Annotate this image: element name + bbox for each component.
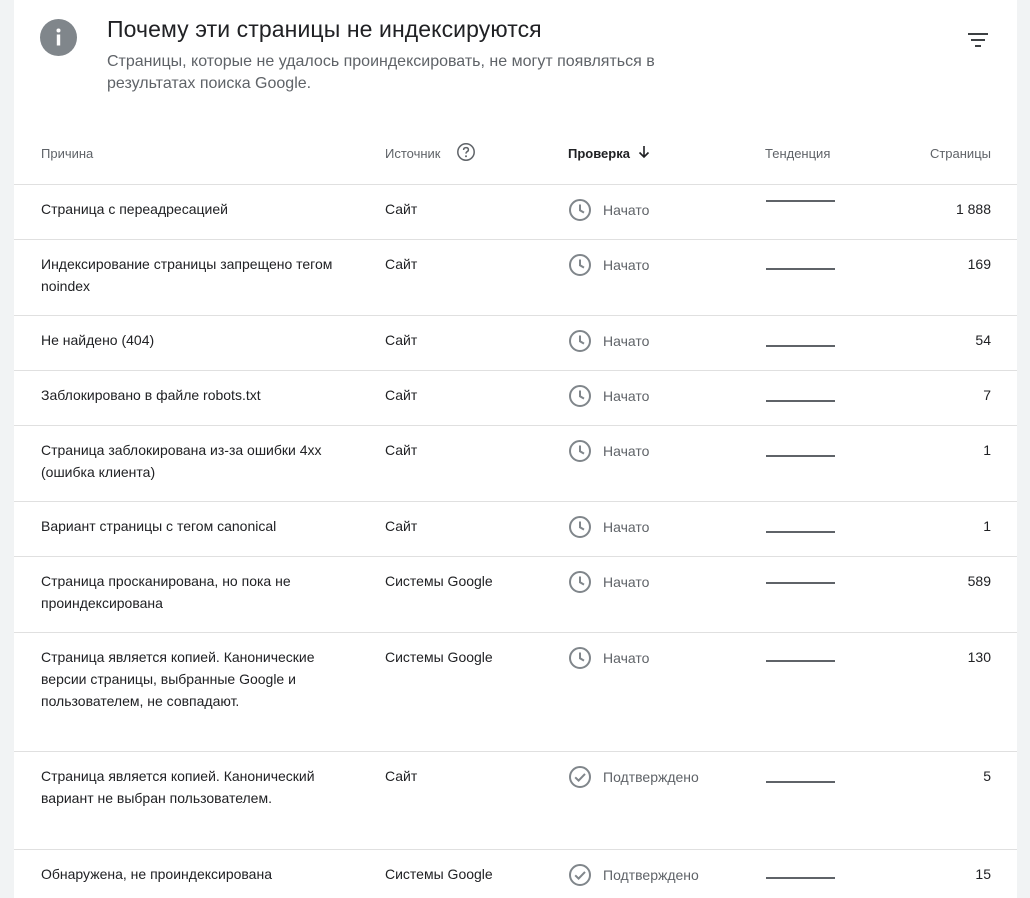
help-circle-icon[interactable] [456,142,476,162]
status-label: Подтверждено [603,769,699,785]
status-label: Начато [603,443,650,459]
table-row[interactable]: Не найдено (404) Сайт Начато 54 [14,316,1017,371]
clock-icon [568,384,592,408]
table-row[interactable]: Индексирование страницы запрещено тегом … [14,240,1017,316]
row-source: Системы Google [385,866,493,882]
row-pages-count: 1 888 [955,201,991,217]
clock-icon [568,198,592,222]
row-source: Сайт [385,256,418,272]
table-row[interactable]: Обнаружена, не проиндексирована Системы G… [14,850,1017,898]
row-source: Сайт [385,201,418,217]
row-trend-sparkline [765,502,837,552]
row-trend-sparkline [765,185,837,235]
status-label: Начато [603,574,650,590]
arrow-down-icon[interactable] [636,144,652,160]
info-icon [40,19,77,56]
filter-icon [968,33,988,47]
status-label: Начато [603,519,650,535]
row-source: Сайт [385,518,418,534]
row-pages-count: 1 [983,518,991,534]
row-trend-sparkline [765,240,837,290]
row-source: Сайт [385,332,418,348]
row-trend-sparkline [765,426,837,476]
row-source: Сайт [385,387,418,403]
table-row[interactable]: Страница является копией. Канонический в… [14,752,1017,850]
status-label: Подтверждено [603,867,699,883]
row-pages-count: 589 [967,573,991,589]
reasons-table: Причина Источник Проверка Тенденция Стра… [14,122,1017,898]
row-pages-count: 54 [975,332,991,348]
status-label: Начато [603,333,650,349]
table-body: Страница с переадресацией Сайт Начато 1 888… [14,185,1017,898]
row-trend-sparkline [765,316,837,366]
table-row[interactable]: Заблокировано в файле robots.txt Сайт Нача… [14,371,1017,426]
table-header: Причина Источник Проверка Тенденция Стра… [14,122,1017,185]
row-reason: Страница с переадресацией [41,201,228,217]
row-source: Сайт [385,442,418,458]
status-label: Начато [603,202,650,218]
status-label: Начато [603,388,650,404]
row-reason: Не найдено (404) [41,332,155,348]
row-reason: Обнаружена, не проиндексирована [41,866,272,882]
row-source: Системы Google [385,573,493,589]
table-row[interactable]: Вариант страницы с тегом canonical Сайт На… [14,502,1017,557]
clock-icon [568,646,592,670]
row-trend-sparkline [765,633,837,683]
not-indexed-card: Почему эти страницы не индексируются Стр… [14,0,1017,898]
clock-icon [568,515,592,539]
clock-icon [568,329,592,353]
status-label: Начато [603,257,650,273]
row-trend-sparkline [765,850,837,898]
row-pages-count: 5 [983,768,991,784]
row-reason: Индексирование страницы запрещено тегом … [41,256,333,294]
row-source: Сайт [385,768,418,784]
column-header-trend: Тенденция [765,146,831,161]
row-trend-sparkline [765,752,837,802]
row-reason: Страница является копией. Канонические в… [41,649,315,709]
row-source: Системы Google [385,649,493,665]
table-row[interactable]: Страница просканирована, но пока не прои… [14,557,1017,633]
row-pages-count: 130 [967,649,991,665]
clock-icon [568,253,592,277]
status-label: Начато [603,650,650,666]
row-trend-sparkline [765,371,837,421]
filter-button[interactable] [962,26,994,54]
column-header-source: Источник [385,146,441,161]
table-row[interactable]: Страница является копией. Канонические в… [14,633,1017,752]
check-circle-icon [568,863,592,887]
column-header-pages: Страницы [929,146,991,161]
row-reason: Страница просканирована, но пока не прои… [41,573,291,611]
row-pages-count: 169 [967,256,991,272]
card-header: Почему эти страницы не индексируются Стр… [14,0,1017,120]
row-reason: Страница заблокирована из-за ошибки 4xx … [41,442,322,480]
row-pages-count: 7 [983,387,991,403]
check-circle-icon [568,765,592,789]
row-pages-count: 1 [983,442,991,458]
column-header-reason: Причина [41,146,94,161]
card-subtitle: Страницы, которые не удалось проиндексир… [107,53,655,92]
clock-icon [568,570,592,594]
column-header-check[interactable]: Проверка [568,146,630,161]
row-reason: Заблокировано в файле robots.txt [41,387,261,403]
clock-icon [568,439,592,463]
row-trend-sparkline [765,557,837,607]
row-reason: Страница является копией. Канонический в… [41,768,315,806]
table-row[interactable]: Страница с переадресацией Сайт Начато 1 888 [14,185,1017,240]
row-reason: Вариант страницы с тегом canonical [41,518,277,534]
card-title: Почему эти страницы не индексируются [107,16,542,42]
row-pages-count: 15 [975,866,991,882]
table-row[interactable]: Страница заблокирована из-за ошибки 4xx … [14,426,1017,502]
